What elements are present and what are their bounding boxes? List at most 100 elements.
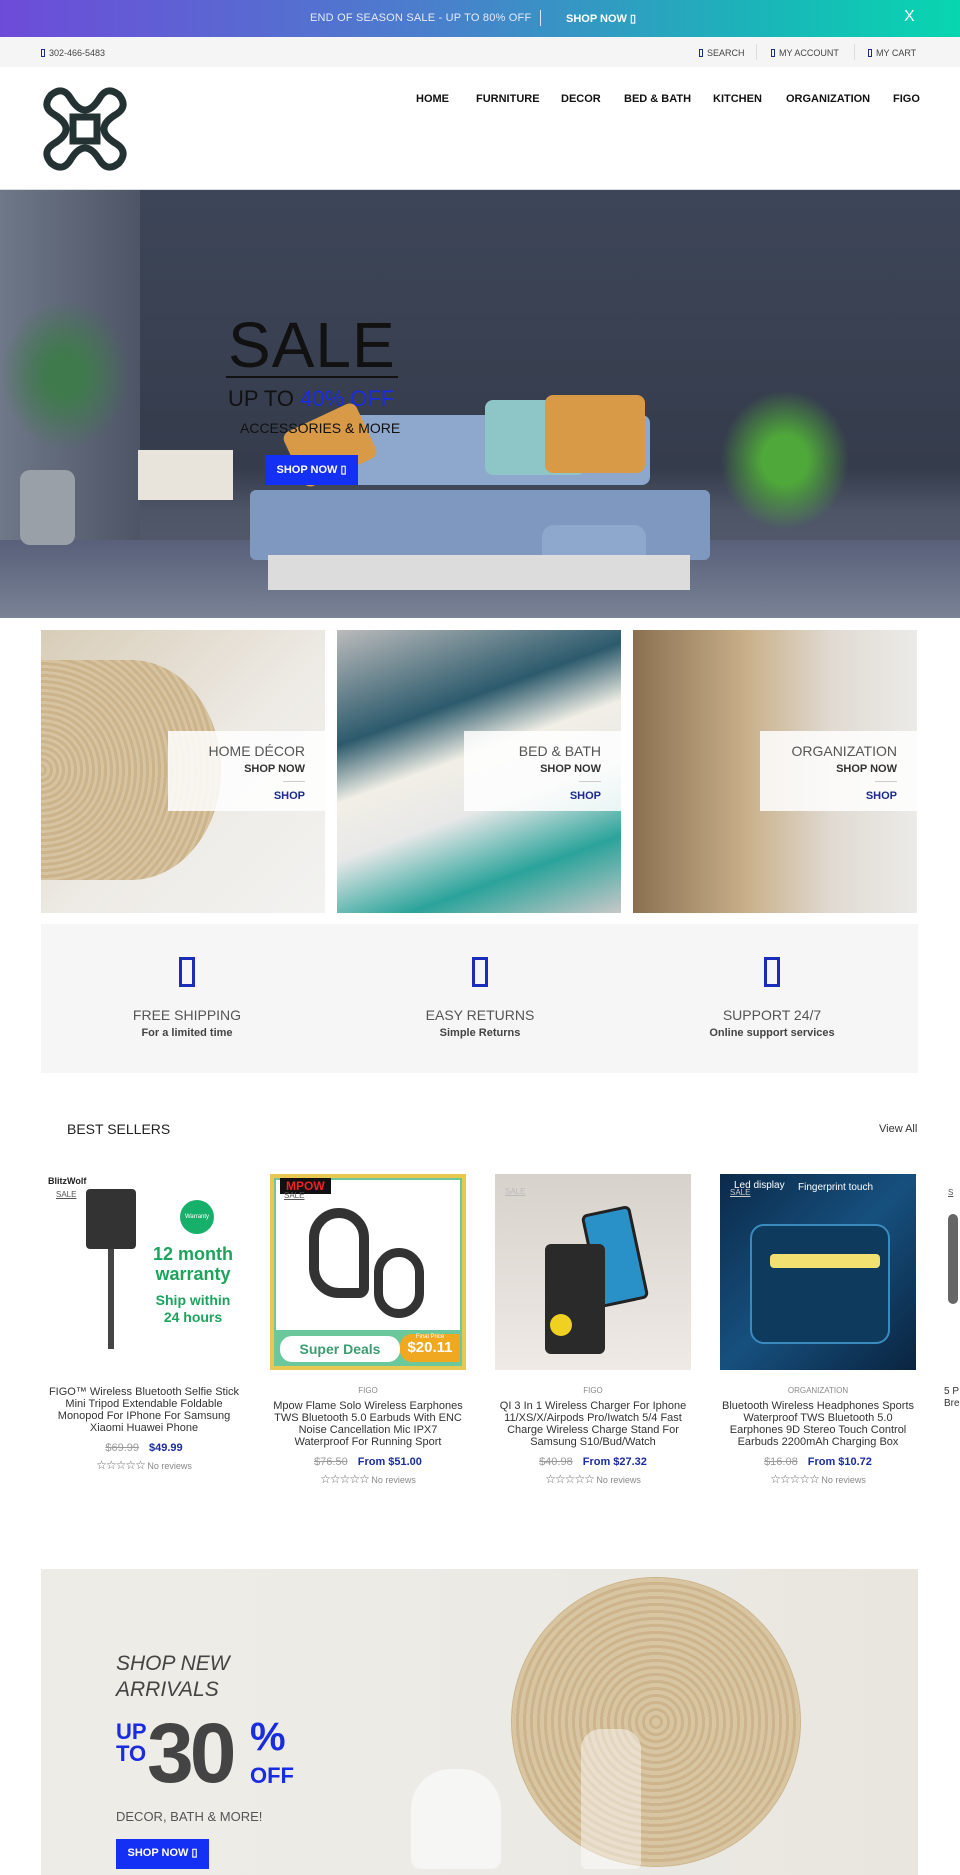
old-price: $16.08 xyxy=(764,1456,798,1468)
star-rating-icon: ☆☆☆☆☆ xyxy=(320,1472,370,1486)
hero-shop-now-button[interactable]: SHOP NOW ▯ xyxy=(265,455,358,485)
sale-badge: SALE xyxy=(284,1191,305,1200)
product-image[interactable]: Led display Fingerprint touch SALE xyxy=(720,1174,916,1370)
announcement-message: END OF SEASON SALE - UP TO 80% OFF xyxy=(310,12,532,24)
product-card[interactable]: Led display Fingerprint touch SALE ORGAN… xyxy=(720,1174,916,1486)
search-link[interactable]: SEARCH xyxy=(699,48,745,58)
divider xyxy=(283,781,305,782)
product-image[interactable]: SALE xyxy=(495,1174,691,1370)
divider xyxy=(875,781,897,782)
hero-discount: UP TO 40% OFF xyxy=(228,386,394,412)
category-subtitle: SHOP NOW xyxy=(540,763,601,775)
nav-decor[interactable]: DECOR xyxy=(561,93,601,105)
plant-right xyxy=(720,390,850,530)
product-name[interactable]: 5 P Bre xyxy=(944,1386,960,1410)
product-card[interactable]: BlitzWolf Warranty 12 month warranty Shi… xyxy=(46,1174,242,1472)
product-rating: ☆☆☆☆☆ No reviews xyxy=(720,1472,916,1486)
product-image[interactable]: S xyxy=(944,1174,960,1370)
promo-line1: SHOP NEW xyxy=(116,1652,230,1675)
category-subtitle: SHOP NOW xyxy=(836,763,897,775)
promo-subtitle: DECOR, BATH & MORE! xyxy=(116,1809,263,1824)
earbud-graphic xyxy=(374,1248,424,1318)
feature-title: EASY RETURNS xyxy=(425,1007,535,1023)
category-tile-bed-bath[interactable]: BED & BATH SHOP NOW SHOP xyxy=(337,630,621,913)
star-rating-icon: ☆☆☆☆☆ xyxy=(96,1458,146,1472)
star-rating-icon: ☆☆☆☆☆ xyxy=(545,1472,595,1486)
category-tile-home-decor[interactable]: HOME DÉCOR SHOP NOW SHOP xyxy=(41,630,325,913)
product-name[interactable]: QI 3 In 1 Wireless Charger For Iphone 11… xyxy=(495,1400,691,1448)
nav-home[interactable]: HOME xyxy=(416,93,449,105)
sale-price: From $51.00 xyxy=(357,1456,422,1468)
sale-badge: SALE xyxy=(505,1187,526,1196)
site-header: HOME FURNITURE DECOR BED & BATH KITCHEN … xyxy=(0,67,960,190)
promo-heading: SHOP NEW ARRIVALS xyxy=(116,1651,230,1703)
product-price: $76.50 From $51.00 xyxy=(270,1456,466,1468)
product-name[interactable]: Mpow Flame Solo Wireless Earphones TWS B… xyxy=(270,1400,466,1448)
announcement-shop-now-link[interactable]: SHOP NOW ▯ xyxy=(566,12,636,25)
upto-text: UP TO xyxy=(228,386,301,411)
hero-subtitle: ACCESSORIES & MORE xyxy=(240,420,401,436)
logo[interactable] xyxy=(41,85,129,173)
category-panel: ORGANIZATION SHOP NOW SHOP xyxy=(760,731,917,811)
product-card[interactable]: S 5 P Bre xyxy=(944,1174,960,1410)
reviews-count: No reviews xyxy=(821,1475,866,1485)
product-rating: ☆☆☆☆☆ No reviews xyxy=(495,1472,691,1486)
section-title: BEST SELLERS xyxy=(67,1121,171,1137)
returns-icon xyxy=(472,957,488,987)
my-cart-link[interactable]: MY CART xyxy=(868,48,916,58)
feature-subtitle: Simple Returns xyxy=(439,1027,521,1039)
pot xyxy=(20,470,75,545)
sale-price: From $10.72 xyxy=(807,1456,872,1468)
close-icon[interactable]: X xyxy=(904,8,915,26)
nav-furniture[interactable]: FURNITURE xyxy=(476,93,540,105)
nav-bed-bath[interactable]: BED & BATH xyxy=(624,93,691,105)
product-image[interactable]: MPOW Super Deals Final Price $20.11 SALE xyxy=(270,1174,466,1370)
product-brand: FIGO xyxy=(583,1386,603,1395)
promo-percent: % xyxy=(250,1715,286,1759)
product-price: $40.98 From $27.32 xyxy=(495,1456,691,1468)
old-price: $40.98 xyxy=(539,1456,573,1468)
product-card[interactable]: MPOW Super Deals Final Price $20.11 SALE … xyxy=(270,1174,466,1486)
nav-organization[interactable]: ORGANIZATION xyxy=(786,93,870,105)
promo-shop-now-button[interactable]: SHOP NOW ▯ xyxy=(116,1839,209,1869)
category-panel: HOME DÉCOR SHOP NOW SHOP xyxy=(168,731,325,811)
image-text: Fingerprint touch xyxy=(798,1182,874,1193)
category-shop-link[interactable]: SHOP xyxy=(570,790,601,802)
plant-left xyxy=(0,300,130,450)
up-text: UP xyxy=(116,1719,147,1744)
product-graphic xyxy=(948,1214,958,1304)
old-price: $76.50 xyxy=(314,1456,348,1468)
category-shop-link[interactable]: SHOP xyxy=(866,790,897,802)
final-price-tag: Final Price $20.11 xyxy=(400,1334,460,1362)
category-panel: BED & BATH SHOP NOW SHOP xyxy=(464,731,621,811)
category-title: HOME DÉCOR xyxy=(208,743,305,759)
product-card[interactable]: SALE FIGO QI 3 In 1 Wireless Charger For… xyxy=(495,1174,691,1486)
truck-icon xyxy=(179,957,195,987)
category-tile-organization[interactable]: ORGANIZATION SHOP NOW SHOP xyxy=(633,630,917,913)
view-all-link[interactable]: View All xyxy=(879,1123,917,1135)
earbuds-graphic xyxy=(550,1314,572,1336)
to-text: TO xyxy=(116,1741,147,1766)
charging-case-graphic xyxy=(750,1224,890,1344)
product-rating: ☆☆☆☆☆ No reviews xyxy=(270,1472,466,1486)
feature-support: SUPPORT 24/7 Online support services xyxy=(626,924,918,1039)
nav-figo[interactable]: FIGO xyxy=(893,93,920,105)
nav-kitchen[interactable]: KITCHEN xyxy=(713,93,762,105)
glass-vase-graphic xyxy=(581,1729,641,1869)
product-name[interactable]: Bluetooth Wireless Headphones Sports Wat… xyxy=(720,1400,916,1448)
product-image[interactable]: BlitzWolf Warranty 12 month warranty Shi… xyxy=(46,1174,242,1370)
sale-badge: S xyxy=(948,1188,954,1197)
product-name[interactable]: FIGO™ Wireless Bluetooth Selfie Stick Mi… xyxy=(46,1386,242,1434)
my-account-link[interactable]: MY ACCOUNT xyxy=(771,48,839,58)
category-shop-link[interactable]: SHOP xyxy=(274,790,305,802)
user-icon xyxy=(771,49,775,57)
announcement-bar: END OF SEASON SALE - UP TO 80% OFF SHOP … xyxy=(0,0,960,37)
product-brand: FIGO xyxy=(358,1386,378,1395)
side-table xyxy=(138,450,233,500)
reviews-count: No reviews xyxy=(371,1475,416,1485)
reviews-count: No reviews xyxy=(596,1475,641,1485)
utility-bar: 302-466-5483 SEARCH MY ACCOUNT MY CART xyxy=(0,37,960,67)
phone-link[interactable]: 302-466-5483 xyxy=(41,48,105,58)
promo-off: OFF xyxy=(250,1763,294,1788)
rug xyxy=(268,555,690,590)
